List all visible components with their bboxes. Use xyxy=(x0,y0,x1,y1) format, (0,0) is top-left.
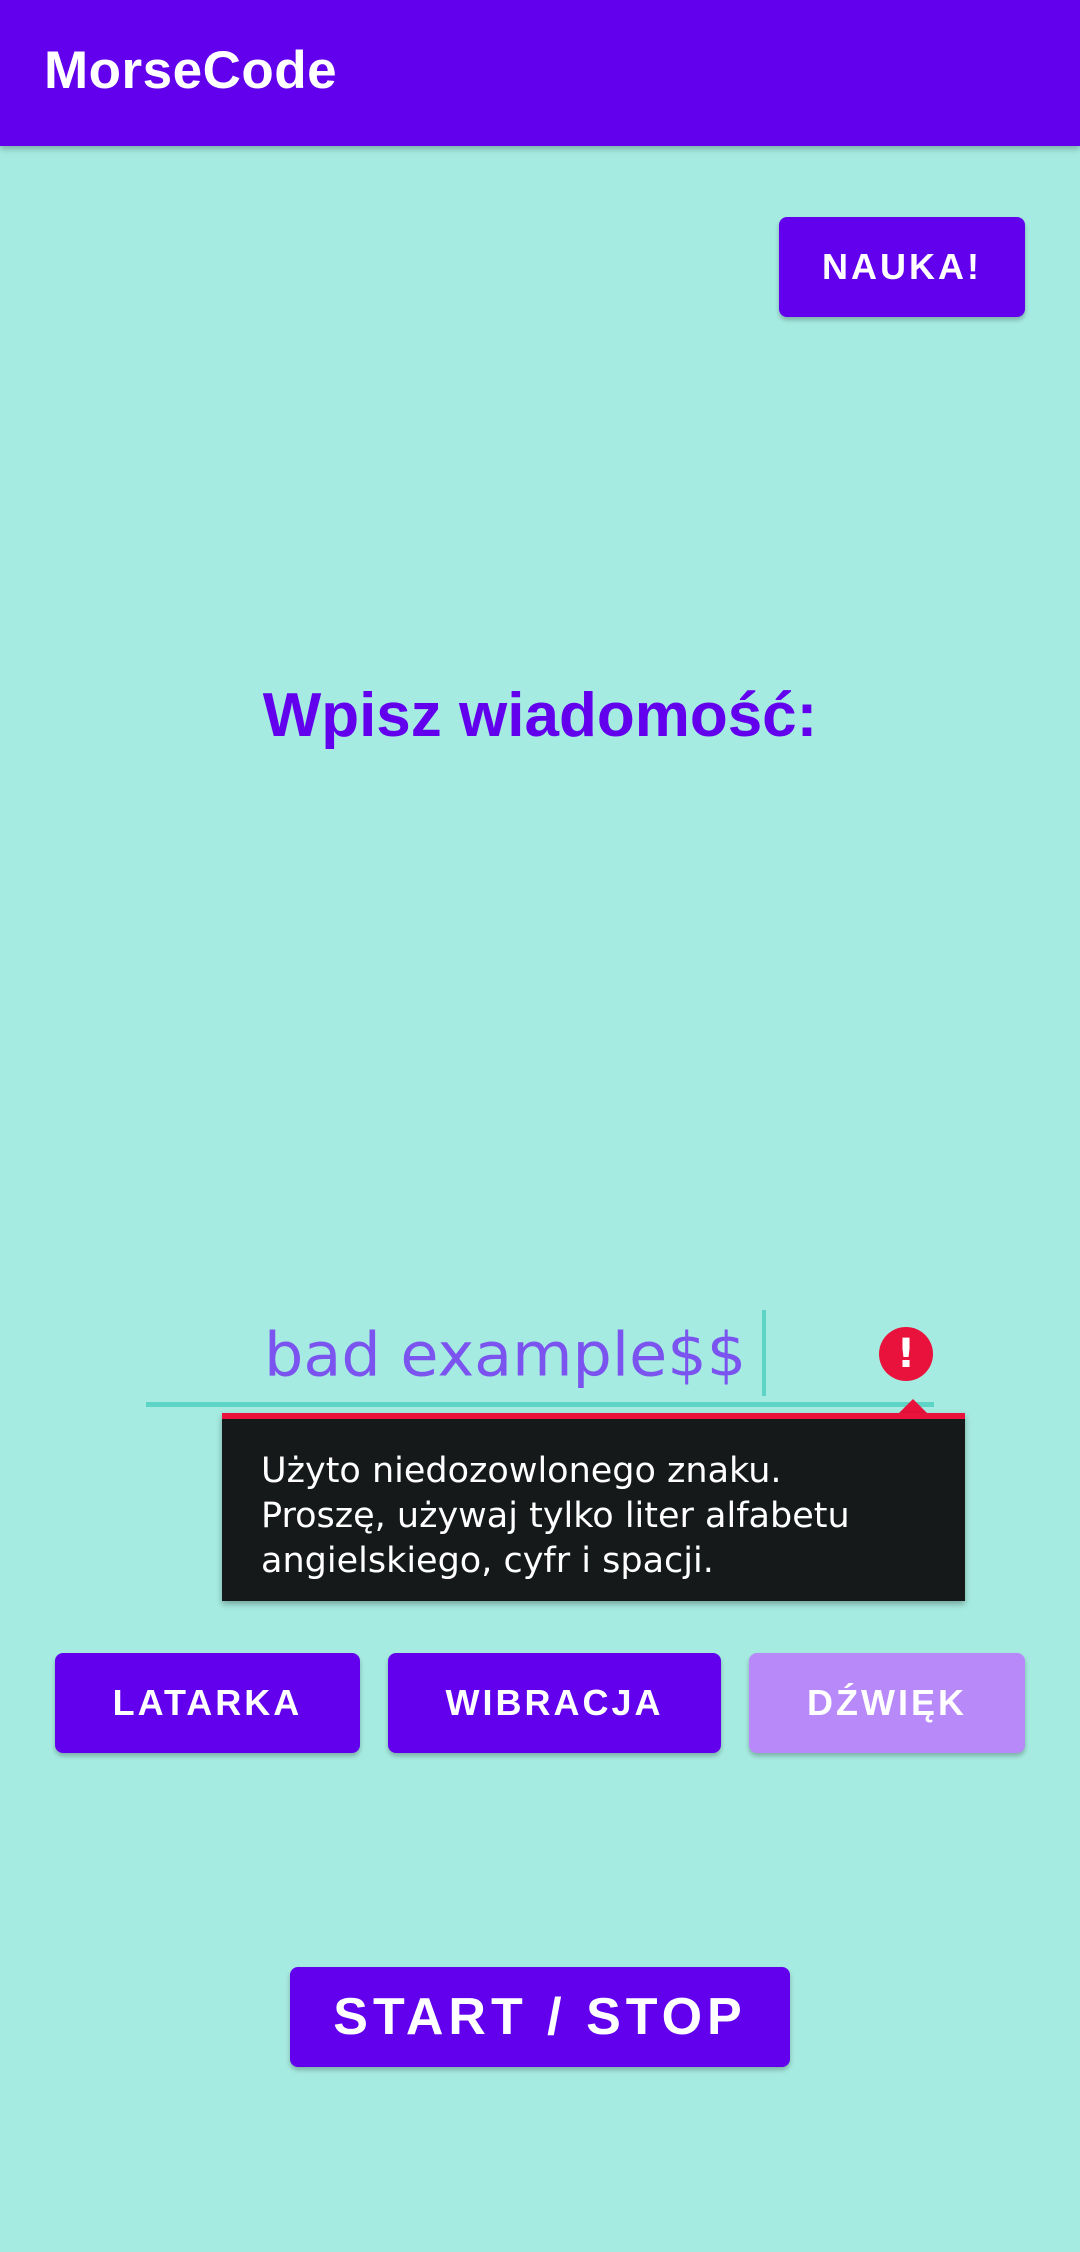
message-input-value[interactable]: bad example$$ xyxy=(264,1319,746,1391)
text-cursor xyxy=(762,1310,766,1396)
error-tooltip: Użyto niedozowlonego znaku. Proszę, używ… xyxy=(222,1413,965,1601)
message-input[interactable]: bad example$$ ! xyxy=(146,1300,934,1410)
tooltip-arrow xyxy=(899,1399,927,1413)
page-heading: Wpisz wiadomość: xyxy=(262,681,818,750)
error-tooltip-line: angielskiego, cyfr i spacji. xyxy=(261,1541,714,1581)
start-stop-button[interactable]: START / STOP xyxy=(290,1967,790,2067)
input-underline xyxy=(146,1402,934,1407)
latarka-button[interactable]: LATARKA xyxy=(55,1653,360,1753)
nauka-button[interactable]: NAUKA! xyxy=(779,217,1025,317)
wibracja-button[interactable]: WIBRACJA xyxy=(388,1653,721,1753)
error-tooltip-line: Proszę, używaj tylko liter alfabetu xyxy=(261,1496,850,1536)
dzwiek-button[interactable]: DŹWIĘK xyxy=(749,1653,1025,1753)
error-tooltip-text: Użyto niedozowlonego znaku. Proszę, używ… xyxy=(261,1449,941,1584)
error-tooltip-line: Użyto niedozowlonego znaku. xyxy=(261,1451,782,1491)
app-title: MorseCode xyxy=(44,41,338,100)
app-bar: MorseCode xyxy=(0,0,1080,146)
error-exclamation-icon[interactable]: ! xyxy=(879,1327,933,1381)
